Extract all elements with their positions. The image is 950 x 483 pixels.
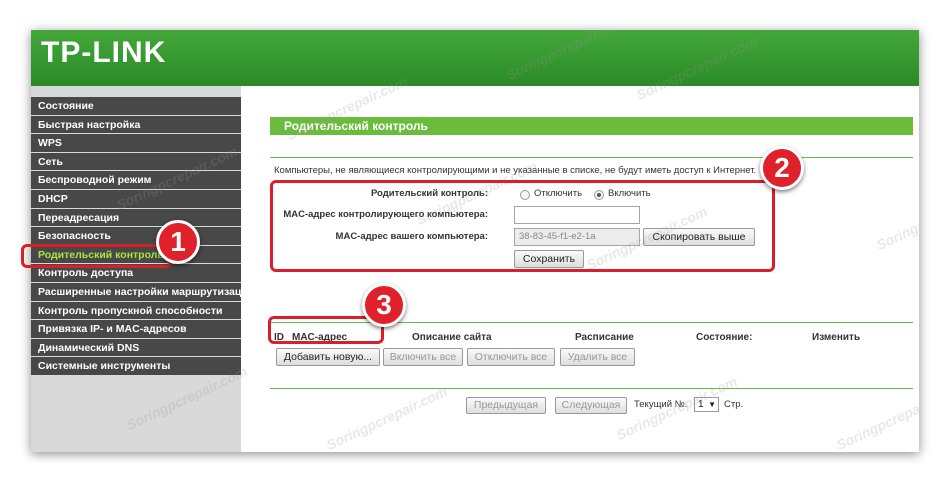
sidebar-item-system-tools[interactable]: Системные инструменты [31,357,241,376]
tp-link-logo: TP-LINK [41,36,167,69]
sidebar-item-network[interactable]: Сеть [31,152,241,172]
callout-highlight-add-new [268,316,384,344]
sidebar: Состояние Быстрая настройка WPS Сеть Бес… [31,86,241,452]
callout-badge-2: 2 [760,146,804,190]
callout-badge-3: 3 [362,283,406,327]
page-select[interactable]: 1 ▼ [694,397,719,412]
disable-all-button[interactable]: Отключить все [467,348,555,366]
next-page-button[interactable]: Следующая [555,397,627,414]
page-label: Стр. [724,399,744,410]
callout-highlight-parental-menu [21,244,172,268]
info-note: Компьютеры, не являющиеся контролирующим… [274,165,757,176]
sidebar-item-advanced-routing[interactable]: Расширенные настройки маршрутизации [31,282,241,302]
divider-bottom [270,388,913,389]
sidebar-item-status[interactable]: Состояние [31,97,241,116]
sidebar-item-wireless[interactable]: Беспроводной режим [31,171,241,190]
sidebar-item-quick-setup[interactable]: Быстрая настройка [31,115,241,135]
chevron-down-icon: ▼ [708,400,716,409]
callout-badge-1: 1 [156,220,200,264]
sidebar-item-security[interactable]: Безопасность [31,227,241,246]
sidebar-item-dhcp[interactable]: DHCP [31,189,241,209]
sidebar-item-ip-mac-binding[interactable]: Привязка IP- и MAC-адресов [31,320,241,339]
sidebar-item-forwarding[interactable]: Переадресация [31,208,241,228]
add-new-button[interactable]: Добавить новую... [276,348,380,366]
col-header-modify: Изменить [812,332,861,343]
prev-page-button[interactable]: Предыдущая [466,397,546,414]
col-header-schedule: Расписание [575,332,634,343]
col-header-status: Состояние: [696,332,753,343]
delete-all-button[interactable]: Удалить все [560,348,635,366]
enable-all-button[interactable]: Включить все [383,348,463,366]
divider-top [270,157,913,158]
sidebar-item-dynamic-dns[interactable]: Динамический DNS [31,338,241,358]
page-select-value: 1 [698,399,704,410]
sidebar-item-wps[interactable]: WPS [31,134,241,153]
page-title: Родительский контроль [270,117,913,135]
current-page-label: Текущий №. [634,399,688,410]
header-bar: TP-LINK [31,30,919,86]
col-header-description: Описание сайта [412,332,492,343]
callout-highlight-settings-form [270,180,775,272]
sidebar-item-bandwidth-control[interactable]: Контроль пропускной способности [31,301,241,321]
